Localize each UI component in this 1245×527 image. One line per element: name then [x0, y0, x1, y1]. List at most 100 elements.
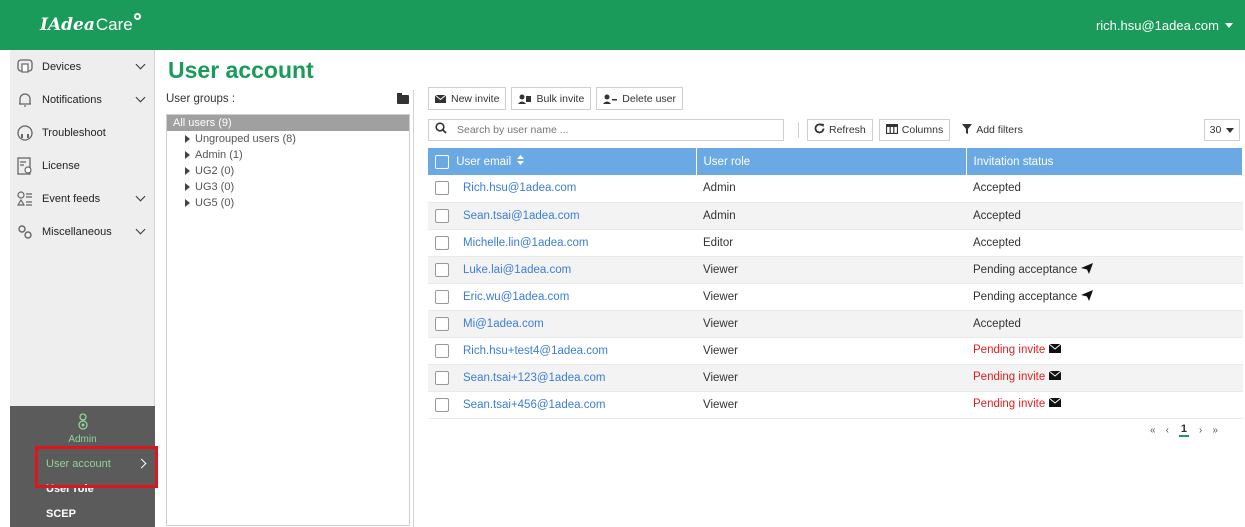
sidebar-item-license[interactable]: License [10, 149, 154, 182]
user-menu[interactable]: rich.hsu@1adea.com [1096, 18, 1233, 33]
expand-triangle-icon[interactable] [185, 199, 190, 207]
table-row[interactable]: Michelle.lin@1adea.com Editor Accepted [428, 229, 1243, 257]
group-item-ungrouped[interactable]: Ungrouped users (8) [167, 131, 409, 147]
cell-email: Sean.tsai@1adea.com [428, 202, 696, 230]
expand-triangle-icon[interactable] [185, 151, 190, 159]
sort-icon[interactable] [517, 155, 525, 168]
expand-triangle-icon[interactable] [185, 167, 190, 175]
last-page-button[interactable]: » [1212, 425, 1218, 436]
search-box [428, 119, 784, 141]
cell-status: Pending invite [966, 364, 1243, 392]
select-all-checkbox[interactable] [435, 154, 449, 169]
group-item-ug2[interactable]: UG2 (0) [167, 163, 409, 179]
sidebar-item-miscellaneous[interactable]: Miscellaneous [10, 215, 154, 248]
search-input[interactable] [457, 124, 757, 136]
chevron-right-icon [136, 458, 147, 469]
cell-status: Pending invite [966, 391, 1243, 419]
delete-user-button[interactable]: Delete user [596, 87, 683, 110]
new-invite-button[interactable]: New invite [428, 87, 507, 110]
cell-status: Pending acceptance [966, 283, 1243, 311]
sidebar-item-user-role[interactable]: User role [10, 476, 155, 501]
group-label: UG2 (0) [195, 165, 235, 177]
cell-email: Eric.wu@1adea.com [428, 283, 696, 311]
table-row[interactable]: Sean.tsai@1adea.com Admin Accepted [428, 202, 1243, 230]
user-groups-label: User groups : [166, 93, 236, 105]
row-checkbox[interactable] [435, 289, 449, 304]
row-checkbox[interactable] [435, 235, 449, 250]
table-row[interactable]: Eric.wu@1adea.com Viewer Pending acceptanc… [428, 283, 1243, 311]
admin-header[interactable]: Admin [10, 406, 155, 451]
sidebar: Devices Notifications Troubleshoot Licen… [10, 50, 155, 527]
table-row[interactable]: Sean.tsai+456@1adea.com Viewer Pending inv… [428, 391, 1243, 419]
columns-label: Columns [901, 124, 944, 136]
first-page-button[interactable]: « [1150, 425, 1156, 436]
group-item-ug3[interactable]: UG3 (0) [167, 179, 409, 195]
table-row[interactable]: Sean.tsai+123@1adea.com Viewer Pending inv… [428, 364, 1243, 392]
filter-icon [962, 123, 973, 137]
row-checkbox[interactable] [435, 262, 449, 277]
sidebar-item-label: Notifications [42, 93, 102, 106]
sidebar-item-event-feeds[interactable]: Event feeds [10, 182, 154, 215]
expand-triangle-icon[interactable] [185, 135, 190, 143]
sidebar-item-troubleshoot[interactable]: Troubleshoot [10, 116, 154, 149]
cell-role: Viewer [696, 364, 966, 392]
current-page[interactable]: 1 [1178, 423, 1190, 437]
table-header-row: User email User role Invitation status [428, 148, 1243, 175]
user-email-link[interactable]: Eric.wu@1adea.com [463, 291, 569, 303]
cell-role: Viewer [696, 283, 966, 311]
row-checkbox[interactable] [435, 397, 449, 412]
cell-status: Pending invite [966, 337, 1243, 365]
table-row[interactable]: Rich.hsu+test4@1adea.com Viewer Pending in… [428, 337, 1243, 365]
miscellaneous-icon [14, 221, 36, 243]
group-item-ug5[interactable]: UG5 (0) [167, 195, 409, 211]
cell-status: Pending acceptance [966, 256, 1243, 284]
cell-email: Sean.tsai+123@1adea.com [428, 364, 696, 392]
column-header-email[interactable]: User email [428, 148, 697, 175]
add-folder-icon[interactable] [397, 92, 409, 104]
user-email-link[interactable]: Michelle.lin@1adea.com [463, 237, 588, 249]
group-item-admin[interactable]: Admin (1) [167, 147, 409, 163]
column-header-status[interactable]: Invitation status [966, 148, 1243, 175]
column-header-role[interactable]: User role [696, 148, 967, 175]
user-email-link[interactable]: Sean.tsai+123@1adea.com [463, 372, 605, 384]
user-email-link[interactable]: Rich.hsu@1adea.com [463, 182, 576, 194]
expand-triangle-icon[interactable] [185, 183, 190, 191]
row-checkbox[interactable] [435, 181, 449, 196]
bulk-invite-button[interactable]: Bulk invite [511, 87, 592, 110]
logo-ring-icon [133, 13, 141, 20]
status-text: Accepted [973, 317, 1021, 330]
table-row[interactable]: Luke.lai@1adea.com Viewer Pending acceptan… [428, 256, 1243, 284]
sidebar-item-devices[interactable]: Devices [10, 50, 154, 83]
table-body: Rich.hsu@1adea.com Admin Accepted Sean.tsai… [428, 175, 1243, 419]
user-email-link[interactable]: Mi@1adea.com [463, 318, 544, 330]
row-checkbox[interactable] [435, 370, 449, 385]
user-email-link[interactable]: Luke.lai@1adea.com [463, 264, 571, 276]
group-item-all-users[interactable]: All users (9) [167, 115, 409, 131]
table-row[interactable]: Mi@1adea.com Viewer Accepted [428, 310, 1243, 338]
row-checkbox[interactable] [435, 316, 449, 331]
page-size-select[interactable]: 30 [1204, 119, 1240, 141]
app-logo[interactable]: IAdea Care [40, 13, 141, 35]
user-email-link[interactable]: Sean.tsai+456@1adea.com [463, 399, 605, 411]
columns-button[interactable]: Columns [878, 119, 951, 141]
cell-status: Accepted [966, 229, 1243, 257]
row-checkbox[interactable] [435, 343, 449, 358]
users-icon [518, 94, 532, 104]
row-checkbox[interactable] [435, 208, 449, 223]
refresh-button[interactable]: Refresh [807, 119, 873, 141]
user-groups-list: All users (9) Ungrouped users (8) Admin … [166, 114, 410, 526]
sidebar-item-scep[interactable]: SCEP [10, 501, 155, 526]
prev-page-button[interactable]: ‹ [1166, 425, 1169, 436]
sidebar-item-notifications[interactable]: Notifications [10, 83, 154, 116]
logo-sub: Care [95, 15, 133, 34]
table-row[interactable]: Rich.hsu@1adea.com Admin Accepted [428, 175, 1243, 203]
top-bar: IAdea Care rich.hsu@1adea.com [0, 0, 1245, 50]
event-feeds-icon [14, 188, 36, 210]
troubleshoot-icon [14, 122, 36, 144]
user-email-link[interactable]: Rich.hsu+test4@1adea.com [463, 345, 608, 357]
user-email-link[interactable]: Sean.tsai@1adea.com [463, 210, 580, 222]
cell-role: Admin [696, 202, 966, 230]
sidebar-item-user-account[interactable]: User account [10, 451, 155, 476]
add-filters-button[interactable]: Add filters [962, 123, 1023, 137]
next-page-button[interactable]: › [1199, 425, 1202, 436]
